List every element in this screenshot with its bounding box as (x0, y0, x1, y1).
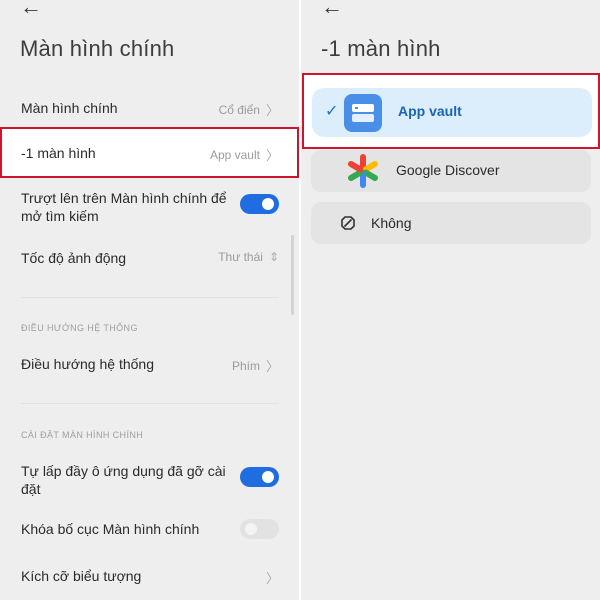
block-icon (341, 216, 355, 230)
setting-row-icon-size[interactable]: Kích cỡ biểu tượng 〉 (0, 564, 299, 588)
option-app-vault[interactable]: ✓ App vault (312, 88, 592, 137)
setting-row-home-screen[interactable]: Màn hình chính Cổ điển 〉 (0, 96, 299, 120)
scrollbar[interactable] (291, 235, 294, 315)
setting-label: Trượt lên trên Màn hình chính để mở tìm … (21, 190, 227, 224)
setting-label: Màn hình chính (21, 100, 118, 116)
option-app-vault-highlight: ✓ App vault (302, 73, 600, 149)
page-title: -1 màn hình (321, 36, 441, 61)
setting-label: Tự lấp đầy ô ứng dụng đã gỡ cài đặt (21, 463, 226, 497)
chevron-right-icon: 〉 (265, 359, 279, 374)
setting-value: 〉 (266, 568, 279, 587)
option-label: App vault (398, 103, 462, 119)
section-header-home-screen-settings: CÀI ĐẶT MÀN HÌNH CHÍNH (21, 430, 144, 440)
setting-row-autofill-uninstalled[interactable]: Tự lấp đầy ô ứng dụng đã gỡ cài đặt (0, 459, 299, 499)
option-google-discover[interactable]: Google Discover (311, 150, 591, 192)
toggle-knob (262, 198, 274, 210)
setting-label: Khóa bố cục Màn hình chính (21, 521, 200, 537)
toggle-knob (245, 523, 257, 535)
swipe-search-toggle[interactable] (240, 194, 279, 214)
chevron-right-icon: 〉 (265, 148, 279, 163)
checkmark-icon: ✓ (325, 103, 339, 120)
setting-row-lock-layout[interactable]: Khóa bố cục Màn hình chính (0, 517, 299, 541)
setting-label: Kích cỡ biểu tượng (21, 568, 142, 584)
app-vault-icon (344, 94, 382, 132)
setting-label: Tốc độ ảnh động (21, 250, 127, 266)
minus-one-screen-panel: ← -1 màn hình Google Discover Không ✓ Ap… (301, 0, 600, 600)
up-down-chevron-icon: ⇕ (268, 250, 279, 264)
setting-value: Cổ điển 〉 (219, 100, 279, 119)
toggle-knob (262, 471, 274, 483)
page-title: Màn hình chính (20, 36, 175, 61)
setting-label: -1 màn hình (21, 145, 96, 161)
section-header-system-navigation: ĐIỀU HƯỚNG HỆ THỐNG (21, 323, 138, 333)
setting-row-system-navigation[interactable]: Điều hướng hệ thống Phím 〉 (0, 352, 299, 376)
option-label: Không (371, 215, 412, 231)
setting-row-minus-one-screen[interactable]: -1 màn hình App vault 〉 (0, 127, 299, 178)
setting-label: Điều hướng hệ thống (21, 356, 154, 372)
autofill-toggle[interactable] (240, 467, 279, 487)
setting-value: Phím 〉 (232, 356, 279, 375)
setting-value: App vault 〉 (210, 145, 279, 164)
google-discover-icon (348, 154, 378, 188)
setting-value: Thư thái ⇕ (218, 250, 279, 264)
back-arrow-icon[interactable]: ← (20, 0, 42, 18)
lock-layout-toggle[interactable] (240, 519, 279, 539)
setting-row-animation-speed[interactable]: Tốc độ ảnh động Thư thái ⇕ (0, 246, 299, 270)
home-screen-settings-panel: ← Màn hình chính Màn hình chính Cổ điển … (0, 0, 299, 600)
chevron-right-icon: 〉 (265, 103, 279, 118)
divider (21, 297, 279, 298)
back-arrow-icon[interactable]: ← (321, 0, 343, 18)
divider (21, 403, 279, 404)
setting-row-swipe-search[interactable]: Trượt lên trên Màn hình chính để mở tìm … (0, 186, 299, 226)
option-label: Google Discover (396, 162, 500, 178)
chevron-right-icon: 〉 (265, 571, 279, 586)
option-none[interactable]: Không (311, 202, 591, 244)
